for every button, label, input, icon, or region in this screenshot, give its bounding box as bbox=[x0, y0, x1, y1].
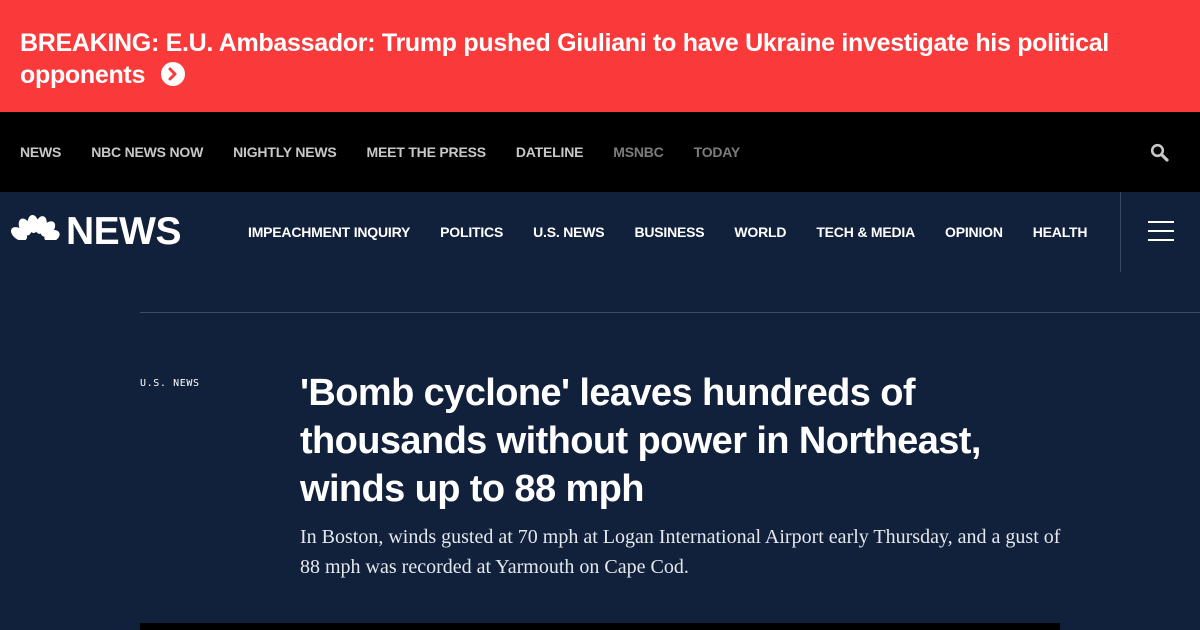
network-nav: NEWS NBC NEWS NOW NIGHTLY NEWS MEET THE … bbox=[0, 112, 1200, 192]
logo-wordmark: NEWS bbox=[66, 210, 182, 253]
hamburger-menu-icon[interactable] bbox=[1148, 221, 1174, 241]
section-nav-politics[interactable]: POLITICS bbox=[440, 224, 503, 240]
network-nav-msnbc[interactable]: MSNBC bbox=[613, 144, 664, 160]
article-headline: 'Bomb cyclone' leaves hundreds of thousa… bbox=[300, 372, 981, 510]
article-section-label[interactable]: U.S. NEWS bbox=[140, 378, 200, 389]
chevron-right-circle-icon[interactable] bbox=[161, 62, 186, 86]
section-nav-tech-media[interactable]: TECH & MEDIA bbox=[816, 224, 915, 240]
header-divider bbox=[140, 312, 1200, 313]
section-nav-opinion[interactable]: OPINION bbox=[945, 224, 1003, 240]
peacock-icon bbox=[10, 214, 60, 250]
network-nav-today[interactable]: TODAY bbox=[694, 144, 741, 160]
nav-divider bbox=[1120, 192, 1121, 272]
network-nav-dateline[interactable]: DATELINE bbox=[516, 144, 584, 160]
section-nav-us-news[interactable]: U.S. NEWS bbox=[533, 224, 605, 240]
section-nav-business[interactable]: BUSINESS bbox=[634, 224, 704, 240]
section-nav: IMPEACHMENT INQUIRY POLITICS U.S. NEWS B… bbox=[248, 224, 1117, 240]
search-icon[interactable] bbox=[1150, 143, 1170, 163]
article-dek: In Boston, winds gusted at 70 mph at Log… bbox=[300, 526, 1061, 578]
section-nav-world[interactable]: WORLD bbox=[734, 224, 786, 240]
lead-media-top-edge bbox=[140, 623, 1060, 630]
network-nav-meet-the-press[interactable]: MEET THE PRESS bbox=[367, 144, 487, 160]
section-nav-health[interactable]: HEALTH bbox=[1033, 224, 1088, 240]
breaking-news-banner[interactable]: BREAKING: E.U. Ambassador: Trump pushed … bbox=[0, 0, 1200, 112]
main-nav: NEWS IMPEACHMENT INQUIRY POLITICS U.S. N… bbox=[0, 192, 1200, 272]
network-nav-nightly-news[interactable]: NIGHTLY NEWS bbox=[233, 144, 337, 160]
nbc-news-logo[interactable]: NEWS bbox=[10, 212, 210, 252]
network-nav-nbc-news-now[interactable]: NBC NEWS NOW bbox=[91, 144, 203, 160]
network-nav-news[interactable]: NEWS bbox=[20, 144, 61, 160]
section-nav-impeachment-inquiry[interactable]: IMPEACHMENT INQUIRY bbox=[248, 224, 410, 240]
